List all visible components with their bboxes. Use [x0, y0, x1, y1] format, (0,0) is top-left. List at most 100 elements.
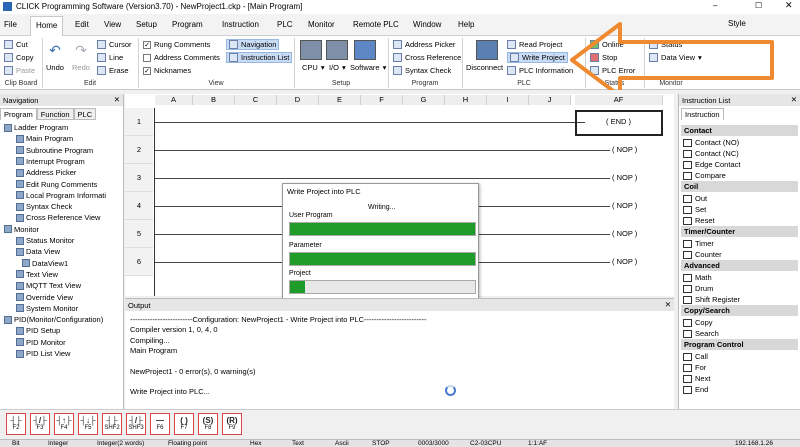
- minimize-button[interactable]: –: [713, 1, 717, 10]
- tree-item[interactable]: Text View: [16, 269, 58, 280]
- instruction-item[interactable]: Out: [683, 193, 707, 204]
- tree-item[interactable]: PID Monitor: [16, 337, 66, 348]
- tab-instruction[interactable]: Instruction: [681, 108, 724, 120]
- instruction-category[interactable]: Program Control: [681, 339, 798, 350]
- syntax-check-button[interactable]: Syntax Check: [393, 66, 451, 75]
- tree-item[interactable]: Monitor: [4, 224, 39, 235]
- cut-button[interactable]: Cut: [4, 40, 28, 49]
- coil-instruction[interactable]: ( NOP ): [611, 173, 639, 182]
- paste-button[interactable]: Paste: [4, 66, 35, 75]
- tab-function[interactable]: Function: [36, 108, 74, 120]
- tree-item[interactable]: MQTT Text View: [16, 280, 81, 291]
- undo-button[interactable]: ↶ Undo: [46, 42, 64, 72]
- copy-button[interactable]: Copy: [4, 53, 34, 62]
- instruction-item[interactable]: Call: [683, 351, 708, 362]
- instruction-item[interactable]: Reset: [683, 215, 715, 226]
- instruction-item[interactable]: Search: [683, 328, 719, 339]
- instruction-category[interactable]: Copy/Search: [681, 305, 798, 316]
- function-key-button[interactable]: (R) F9: [222, 413, 242, 435]
- tree-item[interactable]: Data View: [16, 246, 60, 257]
- coil-instruction[interactable]: ( NOP ): [611, 257, 639, 266]
- instruction-category[interactable]: Coil: [681, 181, 798, 192]
- menu-window[interactable]: Window: [413, 20, 441, 29]
- tree-item[interactable]: Main Program: [16, 133, 73, 144]
- cpu-button[interactable]: CPU ▾: [302, 63, 325, 72]
- tree-item[interactable]: Subroutine Program: [16, 145, 93, 156]
- function-key-button[interactable]: ┤├ F2: [6, 413, 26, 435]
- tab-program[interactable]: Program: [0, 108, 37, 120]
- cursor-button[interactable]: Cursor: [97, 40, 132, 49]
- menu-setup[interactable]: Setup: [136, 20, 157, 29]
- coil-instruction[interactable]: ( NOP ): [611, 145, 639, 154]
- instruction-item[interactable]: Next: [683, 373, 710, 384]
- tree-item[interactable]: Override View: [16, 292, 73, 303]
- instruction-item[interactable]: Math: [683, 272, 712, 283]
- close-panel-icon[interactable]: ✕: [791, 95, 797, 104]
- menu-file[interactable]: File: [4, 20, 17, 29]
- coil-instruction[interactable]: ( NOP ): [611, 201, 639, 210]
- instruction-item[interactable]: Edge Contact: [683, 159, 740, 170]
- close-panel-icon[interactable]: ✕: [665, 300, 671, 309]
- function-key-button[interactable]: ┤↓├ F5: [78, 413, 98, 435]
- instruction-item[interactable]: Compare: [683, 170, 726, 181]
- tree-item[interactable]: System Monitor: [16, 303, 78, 314]
- tree-item[interactable]: PID Setup: [16, 325, 60, 336]
- cross-reference-button[interactable]: Cross Reference: [393, 53, 461, 62]
- close-panel-icon[interactable]: ✕: [114, 95, 120, 104]
- instruction-category[interactable]: Timer/Counter: [681, 226, 798, 237]
- tree-item[interactable]: PID List View: [16, 348, 70, 359]
- instruction-item[interactable]: Contact (NC): [683, 148, 739, 159]
- menu-home[interactable]: Home: [30, 16, 64, 36]
- function-key-button[interactable]: ┤/├ SHF3: [126, 413, 146, 435]
- instruction-item[interactable]: Contact (NO): [683, 137, 739, 148]
- instruction-item[interactable]: Shift Register: [683, 294, 740, 305]
- maximize-button[interactable]: ☐: [755, 1, 762, 10]
- instruction-item[interactable]: Set: [683, 204, 706, 215]
- address-picker-button[interactable]: Address Picker: [393, 40, 455, 49]
- instruction-category[interactable]: Advanced: [681, 260, 798, 271]
- menu-program[interactable]: Program: [172, 20, 203, 29]
- tree-item[interactable]: Address Picker: [16, 167, 76, 178]
- menu-remote-plc[interactable]: Remote PLC: [353, 20, 399, 29]
- instruction-item[interactable]: Timer: [683, 238, 714, 249]
- function-key-button[interactable]: ┤/├ F3: [30, 413, 50, 435]
- nicknames-checkbox[interactable]: ✓ Nicknames: [143, 66, 191, 75]
- menu-help[interactable]: Help: [458, 20, 474, 29]
- tree-item[interactable]: Interrupt Program: [16, 156, 85, 167]
- instruction-item[interactable]: For: [683, 362, 706, 373]
- tree-item[interactable]: Cross Reference View: [16, 212, 100, 223]
- instruction-item[interactable]: End: [683, 384, 708, 395]
- instruction-list-toggle[interactable]: Instruction List: [226, 52, 293, 63]
- rung-comments-checkbox[interactable]: ✓ Rung Comments: [143, 40, 210, 49]
- menu-edit[interactable]: Edit: [75, 20, 89, 29]
- write-project-button[interactable]: Write Project: [507, 52, 568, 63]
- menu-plc[interactable]: PLC: [277, 20, 293, 29]
- menu-instruction[interactable]: Instruction: [222, 20, 259, 29]
- tree-item[interactable]: Ladder Program: [4, 122, 68, 133]
- function-key-button[interactable]: — F6: [150, 413, 170, 435]
- tree-item[interactable]: PID(Monitor/Configuration): [4, 314, 103, 325]
- redo-button[interactable]: ↷ Redo: [72, 42, 90, 72]
- tree-item[interactable]: Edit Rung Comments: [16, 179, 97, 190]
- function-key-button[interactable]: ┤├ SHF2: [102, 413, 122, 435]
- tree-item[interactable]: DataView1: [22, 258, 68, 269]
- menu-monitor[interactable]: Monitor: [308, 20, 335, 29]
- navigation-toggle[interactable]: Navigation: [226, 39, 280, 50]
- disconnect-button[interactable]: Disconnect: [466, 63, 503, 72]
- tab-plc[interactable]: PLC: [73, 108, 97, 120]
- coil-instruction[interactable]: ( NOP ): [611, 229, 639, 238]
- software-button[interactable]: Software ▾: [350, 63, 386, 72]
- erase-button[interactable]: Erase: [97, 66, 129, 75]
- function-key-button[interactable]: (S) F8: [198, 413, 218, 435]
- instruction-category[interactable]: Contact: [681, 125, 798, 136]
- tree-item[interactable]: Local Program Informati: [16, 190, 106, 201]
- address-comments-checkbox[interactable]: Address Comments: [143, 53, 220, 62]
- instruction-item[interactable]: Drum: [683, 283, 713, 294]
- close-button[interactable]: ✕: [785, 0, 793, 11]
- line-button[interactable]: Line: [97, 53, 123, 62]
- tree-item[interactable]: Syntax Check: [16, 201, 72, 212]
- read-project-button[interactable]: Read Project: [507, 40, 562, 49]
- function-key-button[interactable]: ┤↑├ F4: [54, 413, 74, 435]
- instruction-item[interactable]: Counter: [683, 249, 722, 260]
- io-button[interactable]: I/O ▾: [329, 63, 346, 72]
